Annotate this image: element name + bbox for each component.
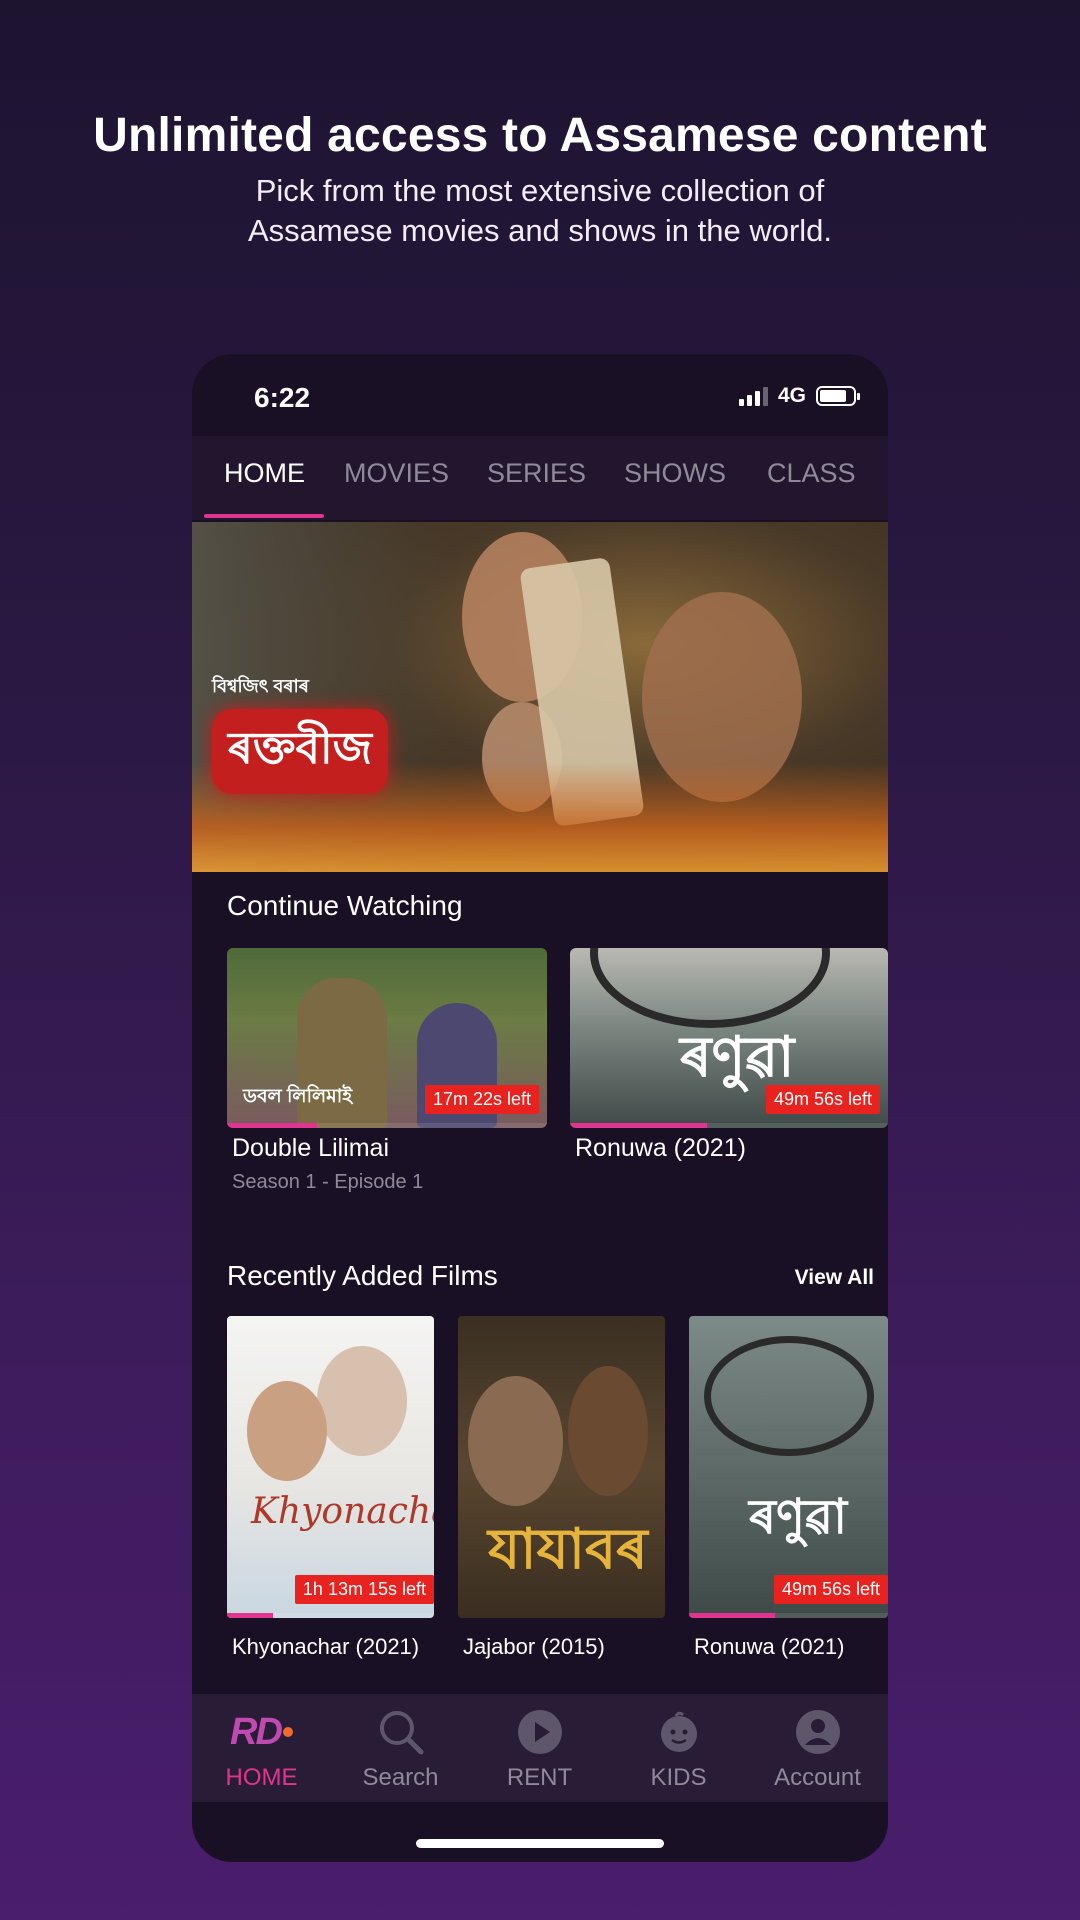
nav-home[interactable]: RD HOME [192, 1708, 331, 1792]
nav-rent[interactable]: RENT [470, 1708, 609, 1792]
wheel-graphic [704, 1336, 874, 1456]
poster-title-art: Khyonachar [251, 1491, 434, 1532]
tab-movies[interactable]: MOVIES [344, 458, 449, 489]
watch-progress-bar [570, 1123, 888, 1128]
category-tabs: HOME MOVIES SERIES SHOWS CLASS [192, 436, 888, 520]
poster-title: Khyonachar (2021) [232, 1634, 420, 1659]
time-left-badge: 17m 22s left [424, 1085, 539, 1114]
nav-kids-label: KIDS [650, 1764, 707, 1791]
poster-title-art: যাযাবৰ [488, 1517, 648, 1580]
nav-search-label: Search [362, 1764, 439, 1791]
nav-home-label: HOME [225, 1764, 298, 1791]
promo-subtitle-line-2: Assamese movies and shows in the world. [247, 213, 833, 248]
card-title: Ronuwa (2021) [575, 1134, 746, 1162]
film-poster[interactable]: যাযাবৰ [458, 1316, 665, 1618]
rd-logo-icon: RD [192, 1708, 331, 1756]
time-left-badge: 49m 56s left [765, 1085, 880, 1114]
battery-icon [816, 386, 860, 406]
phone-screen: 6:22 4G HOME MOVIES SERIES SHOWS CLASS ব… [192, 354, 888, 1862]
poster-title: Ronuwa (2021) [694, 1634, 845, 1659]
tab-series[interactable]: SERIES [487, 458, 586, 489]
nav-search[interactable]: Search [331, 1708, 470, 1792]
poster-title: Jajabor (2015) [463, 1634, 605, 1659]
card-episode-info: Season 1 - Episode 1 [232, 1171, 424, 1193]
film-poster[interactable]: Khyonachar 1h 13m 15s left [227, 1316, 434, 1618]
hero-banner[interactable]: বিশ্বজিৎ বৰাৰ ৰক্তবীজ [192, 522, 888, 872]
hero-title: ৰক্তবীজ [212, 709, 388, 794]
card-title-art: ডবল লিলিমাই [243, 1086, 353, 1107]
bottom-navigation: RD HOME Search RENT KIDS Account [192, 1694, 888, 1802]
status-indicators: 4G [738, 384, 860, 408]
network-type: 4G [777, 384, 806, 407]
watch-progress-bar [227, 1613, 434, 1618]
nav-account-label: Account [774, 1764, 861, 1791]
account-icon [748, 1708, 887, 1756]
film-poster[interactable]: ৰণুৱা 49m 56s left [689, 1316, 888, 1618]
tab-shows[interactable]: SHOWS [624, 458, 726, 489]
signal-icon [738, 386, 768, 406]
hero-title-logo: বিশ্বজিৎ বৰাৰ ৰক্তবীজ [212, 672, 452, 794]
poster-title-art: ৰণুৱা [749, 1491, 848, 1544]
search-icon [331, 1708, 470, 1756]
recently-added-title: Recently Added Films [227, 1260, 498, 1291]
play-icon [470, 1708, 609, 1756]
status-time: 6:22 [254, 382, 311, 413]
card-title: Double Lilimai [232, 1134, 390, 1162]
tab-class[interactable]: CLASS [767, 458, 856, 489]
continue-watching-title: Continue Watching [227, 890, 463, 921]
home-indicator[interactable] [416, 1839, 664, 1848]
promo-subtitle: Pick from the most extensive collection … [0, 171, 1080, 251]
continue-watching-card[interactable]: ডবল লিলিমাই 17m 22s left [227, 948, 547, 1128]
watch-progress-bar [689, 1613, 888, 1618]
promo-title: Unlimited access to Assamese content [93, 109, 987, 162]
view-all-link[interactable]: View All [795, 1266, 874, 1290]
hero-credit: বিশ্বজিৎ বৰাৰ [212, 676, 309, 696]
watch-progress-bar [227, 1123, 547, 1128]
nav-rent-label: RENT [506, 1764, 573, 1791]
nav-account[interactable]: Account [748, 1708, 887, 1792]
promo-header: Unlimited access to Assamese content Pic… [0, 108, 1080, 251]
tab-home[interactable]: HOME [224, 458, 305, 489]
active-tab-indicator [204, 514, 324, 518]
time-left-badge: 49m 56s left [773, 1575, 888, 1604]
status-bar: 6:22 4G [192, 354, 888, 436]
continue-watching-card[interactable]: ৰণুৱা 49m 56s left [570, 948, 888, 1128]
nav-kids[interactable]: KIDS [609, 1708, 748, 1792]
kids-icon [609, 1708, 748, 1756]
promo-subtitle-line-1: Pick from the most extensive collection … [255, 173, 825, 208]
time-left-badge: 1h 13m 15s left [294, 1575, 434, 1604]
